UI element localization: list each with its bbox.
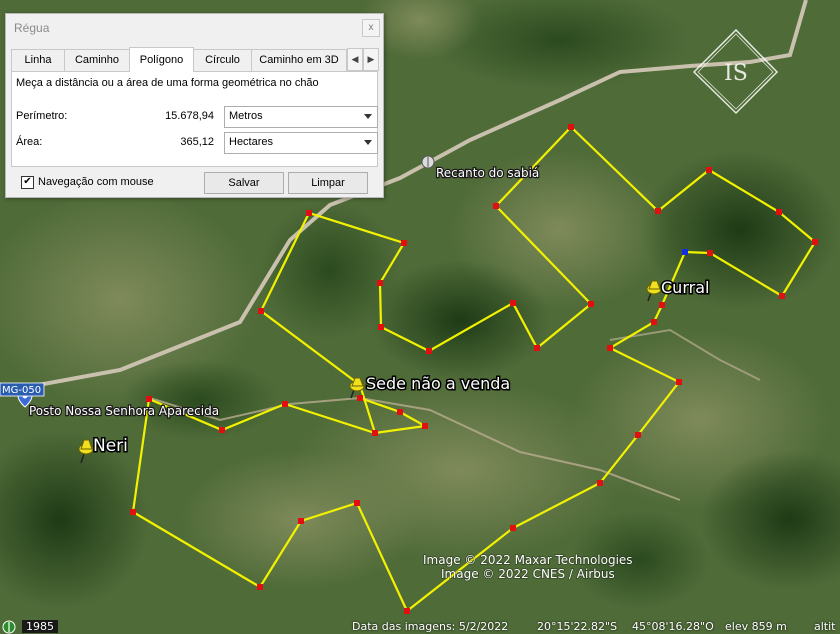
perimeter-unit-select[interactable]: Metros [224,106,378,128]
chevron-down-icon [364,140,372,145]
ruler-tabs: Linha Caminho Polígono Círculo Caminho e… [11,47,351,72]
polygon-vertex[interactable] [354,500,360,506]
polygon-vertex[interactable] [607,345,613,351]
polygon-vertex[interactable] [377,280,383,286]
polygon-vertex[interactable] [378,324,384,330]
polygon-vertex[interactable] [655,208,661,214]
polygon-vertex[interactable] [130,509,136,515]
ruler-panel: Meça a distância ou a área de uma forma … [11,71,378,167]
historical-imagery-year[interactable]: 1985 [22,620,58,633]
polygon-vertex[interactable] [282,401,288,407]
polygon-vertex[interactable] [258,308,264,314]
save-button[interactable]: Salvar [204,172,284,194]
placemark-label: Neri [93,436,128,456]
polygon-vertex[interactable] [298,518,304,524]
poi-label: Posto Nossa Senhora Aparecida [29,404,219,418]
polygon-vertex[interactable] [219,427,225,433]
longitude: 45°08'16.28"O [632,620,714,633]
polygon-vertex[interactable] [568,124,574,130]
polygon-vertex[interactable] [597,480,603,486]
polygon-vertex[interactable] [372,430,378,436]
latitude: 20°15'22.82"S [537,620,618,633]
imagery-credit-cnes: Image © 2022 CNES / Airbus [441,567,615,581]
tab-scroll-left-icon[interactable]: ◀ [347,48,363,71]
chevron-down-icon [364,114,372,119]
polygon-vertex[interactable] [776,209,782,215]
clear-button[interactable]: Limpar [288,172,368,194]
ruler-titlebar[interactable]: Régua x [6,14,383,42]
ruler-title: Régua [14,21,50,35]
imagery-date: Data das imagens: 5/2/2022 [352,620,509,633]
perimeter-label: Perímetro: [16,110,68,122]
polygon-vertex[interactable] [422,423,428,429]
polygon-vertex[interactable] [651,319,657,325]
tab-poligono[interactable]: Polígono [129,47,194,72]
polygon-vertex[interactable] [635,432,641,438]
tab-caminho-3d[interactable]: Caminho em 3D [251,49,347,71]
tab-scroll-right-icon[interactable]: ▶ [363,48,379,71]
perimeter-value: 15.678,94 [165,110,214,122]
tab-caminho[interactable]: Caminho [64,49,130,71]
polygon-vertex[interactable] [682,249,688,255]
area-label: Área: [16,136,43,148]
imagery-credit-maxar: Image © 2022 Maxar Technologies [423,553,633,567]
poi-label: Recanto do sabiá [436,166,539,180]
polygon-vertex[interactable] [707,250,713,256]
placemark-label: Curral [661,278,709,297]
polygon-vertex[interactable] [510,300,516,306]
area-unit-select[interactable]: Hectares [224,132,378,154]
placemark-label: Sede não a venda [366,374,510,393]
polygon-vertex[interactable] [510,525,516,531]
status-bar: 1985 Data das imagens: 5/2/2022 20°15'22… [0,620,840,634]
polygon-vertex[interactable] [812,239,818,245]
polygon-vertex[interactable] [397,409,403,415]
polygon-vertex[interactable] [779,293,785,299]
road-shield-label: MG-050 [2,385,41,396]
close-icon[interactable]: x [362,19,380,37]
area-value: 365,12 [180,136,214,148]
ruler-description: Meça a distância ou a área de uma forma … [16,77,319,89]
mouse-nav-label: Navegação com mouse [38,176,154,188]
road-shield: MG-050 [0,382,45,397]
polygon-vertex[interactable] [357,395,363,401]
polygon-vertex[interactable] [534,345,540,351]
polygon-vertex[interactable] [426,348,432,354]
polygon-vertex[interactable] [493,203,499,209]
polygon-vertex[interactable] [706,167,712,173]
polygon-vertex[interactable] [588,301,594,307]
area-unit: Hectares [229,136,274,148]
polygon-vertex[interactable] [676,379,682,385]
elevation: elev 859 m [725,620,787,633]
polygon-vertex[interactable] [306,210,312,216]
mouse-nav-checkbox[interactable]: ✔ [21,176,34,189]
polygon-vertex[interactable] [404,608,410,614]
tab-linha[interactable]: Linha [11,49,65,71]
polygon-vertex[interactable] [401,240,407,246]
perimeter-unit: Metros [229,110,263,122]
ruler-dialog: Régua x Linha Caminho Polígono Círculo C… [5,13,384,198]
logo-text: IS [724,61,748,86]
polygon-vertex[interactable] [659,302,665,308]
tab-circulo[interactable]: Círculo [193,49,252,71]
altitude: altit [814,620,836,633]
polygon-vertex[interactable] [146,396,152,402]
polygon-vertex[interactable] [257,584,263,590]
